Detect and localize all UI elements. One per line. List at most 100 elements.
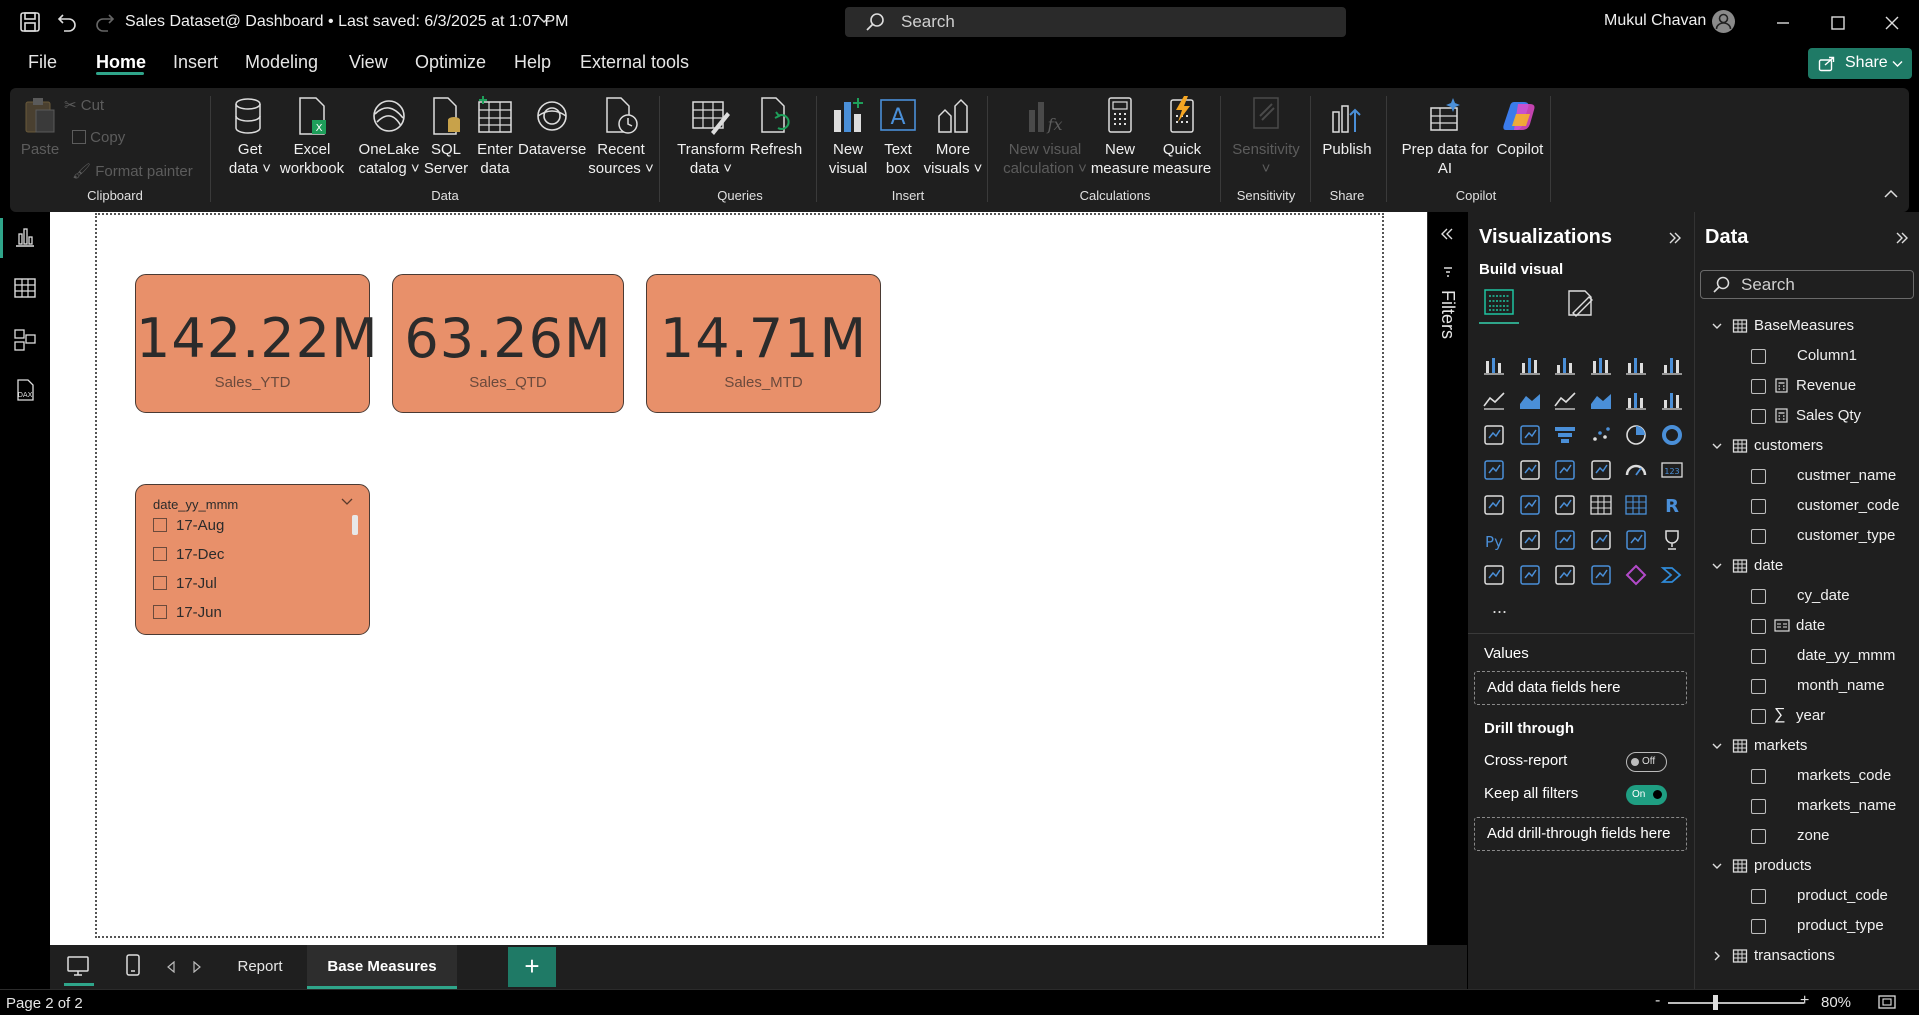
- maximize-icon[interactable]: [1826, 11, 1850, 35]
- power-apps-icon[interactable]: [1624, 563, 1648, 587]
- menu-view[interactable]: View: [349, 52, 388, 73]
- minimize-icon[interactable]: [1771, 11, 1795, 35]
- checkbox[interactable]: [1751, 619, 1766, 634]
- checkbox[interactable]: [1751, 469, 1766, 484]
- checkbox[interactable]: [153, 575, 167, 590]
- values-drop-zone[interactable]: Add data fields here: [1474, 671, 1687, 705]
- next-page-icon[interactable]: [192, 961, 202, 973]
- pie-chart-icon[interactable]: [1624, 423, 1648, 447]
- drill-through-drop-zone[interactable]: Add drill-through fields here: [1474, 817, 1687, 851]
- checkbox[interactable]: [153, 604, 167, 619]
- checkbox[interactable]: [1751, 769, 1766, 784]
- fit-to-page-icon[interactable]: [1878, 994, 1896, 1010]
- clustered-column-chart-icon[interactable]: [1589, 353, 1613, 377]
- chevron-down-icon[interactable]: [1711, 560, 1723, 572]
- slicer-scrollbar[interactable]: [352, 515, 358, 535]
- enter-data-button[interactable]: Enter data: [470, 96, 520, 178]
- sql-server-button[interactable]: SQL Server: [421, 96, 471, 178]
- keep-filters-toggle[interactable]: On: [1626, 785, 1667, 805]
- 100-stacked-bar-icon[interactable]: [1624, 353, 1648, 377]
- more-visuals-button[interactable]: More visuals ˅: [920, 96, 986, 178]
- key-influencers-icon[interactable]: [1518, 528, 1542, 552]
- quick-measure-button[interactable]: Quick measure: [1150, 96, 1214, 178]
- zoom-slider-thumb[interactable]: [1713, 995, 1718, 1010]
- metrics-icon[interactable]: [1660, 528, 1684, 552]
- multi-row-card-icon[interactable]: [1482, 493, 1506, 517]
- collapse-pane-icon[interactable]: [1895, 231, 1909, 245]
- undo-icon[interactable]: [55, 10, 79, 34]
- collapse-pane-icon[interactable]: [1668, 231, 1682, 245]
- line-column-chart-icon[interactable]: [1624, 388, 1648, 412]
- publish-button[interactable]: Publish: [1320, 96, 1374, 159]
- avatar[interactable]: [1711, 9, 1736, 34]
- sensitivity-button[interactable]: Sensitivity ˅: [1230, 96, 1302, 178]
- arcgis-map-icon[interactable]: [1589, 563, 1613, 587]
- slicer-option[interactable]: 17-Jul: [153, 575, 217, 597]
- python-visual-icon[interactable]: Py: [1482, 528, 1506, 552]
- global-search-box[interactable]: Search: [845, 7, 1346, 37]
- chevron-down-icon[interactable]: [341, 497, 353, 506]
- refresh-button[interactable]: Refresh: [740, 96, 812, 159]
- menu-external-tools[interactable]: External tools: [580, 52, 689, 73]
- save-icon[interactable]: [18, 10, 42, 34]
- clustered-bar-chart-icon[interactable]: [1553, 353, 1577, 377]
- text-box-button[interactable]: A Text box: [875, 96, 921, 178]
- line-chart-icon[interactable]: [1482, 388, 1506, 412]
- checkbox[interactable]: [1751, 889, 1766, 904]
- checkbox[interactable]: [1751, 679, 1766, 694]
- matrix-icon[interactable]: [1624, 493, 1648, 517]
- date-slicer[interactable]: date_yy_mmm 17-Aug 17-Dec 17-Jul 17-Jun: [135, 484, 370, 635]
- menu-optimize[interactable]: Optimize: [415, 52, 486, 73]
- onelake-catalog-button[interactable]: OneLake catalog ˅: [350, 96, 428, 178]
- mobile-layout-icon[interactable]: [125, 953, 141, 977]
- chevron-down-icon[interactable]: [1711, 320, 1723, 332]
- cross-report-toggle[interactable]: Off: [1626, 752, 1667, 772]
- new-visual-button[interactable]: New visual: [825, 96, 871, 178]
- zoom-level[interactable]: 80%: [1821, 994, 1851, 1011]
- table-icon[interactable]: [1589, 493, 1613, 517]
- r-visual-icon[interactable]: R: [1660, 493, 1684, 517]
- checkbox[interactable]: [1751, 529, 1766, 544]
- slicer-icon[interactable]: [1553, 493, 1577, 517]
- donut-chart-icon[interactable]: [1660, 423, 1684, 447]
- checkbox[interactable]: [1751, 829, 1766, 844]
- share-button[interactable]: Share: [1808, 48, 1912, 79]
- line-clustered-column-icon[interactable]: [1660, 388, 1684, 412]
- stacked-bar-chart-icon[interactable]: [1482, 353, 1506, 377]
- slicer-option[interactable]: 17-Aug: [153, 517, 224, 539]
- get-data-button[interactable]: Get data ˅: [226, 96, 274, 178]
- 100-stacked-area-icon[interactable]: [1589, 388, 1613, 412]
- prep-data-ai-button[interactable]: Prep data for AI: [1396, 96, 1494, 178]
- format-painter-button[interactable]: 🖌 Format painter: [72, 162, 193, 180]
- dax-query-view-icon[interactable]: DAX: [12, 377, 38, 403]
- tab-base-measures[interactable]: Base Measures: [307, 945, 457, 989]
- copilot-button[interactable]: Copilot: [1488, 96, 1552, 159]
- card-sales-mtd[interactable]: 14.71M Sales_MTD: [646, 274, 881, 413]
- new-measure-button[interactable]: New measure: [1088, 96, 1152, 178]
- checkbox[interactable]: [1751, 799, 1766, 814]
- card-new-icon[interactable]: [1518, 563, 1542, 587]
- smart-narrative-icon[interactable]: [1624, 528, 1648, 552]
- filled-map-icon[interactable]: [1553, 458, 1577, 482]
- menu-help[interactable]: Help: [514, 52, 551, 73]
- qa-icon[interactable]: [1589, 528, 1613, 552]
- prev-page-icon[interactable]: [166, 961, 176, 973]
- expand-filters-icon[interactable]: [1440, 227, 1454, 241]
- menu-insert[interactable]: Insert: [173, 52, 218, 73]
- chevron-down-icon[interactable]: [538, 15, 550, 25]
- checkbox[interactable]: [1751, 379, 1766, 394]
- power-automate-icon[interactable]: [1660, 563, 1684, 587]
- chevron-down-icon[interactable]: [1711, 740, 1723, 752]
- table-view-icon[interactable]: [12, 275, 38, 301]
- menu-home[interactable]: Home: [96, 52, 146, 73]
- checkbox[interactable]: [1751, 919, 1766, 934]
- stacked-area-icon[interactable]: [1553, 388, 1577, 412]
- redo-icon[interactable]: [93, 10, 117, 34]
- map-icon[interactable]: [1518, 458, 1542, 482]
- excel-workbook-button[interactable]: X Excel workbook: [272, 96, 352, 178]
- 100-stacked-column-icon[interactable]: [1660, 353, 1684, 377]
- decomposition-tree-icon[interactable]: [1553, 528, 1577, 552]
- area-chart-icon[interactable]: [1518, 388, 1542, 412]
- treemap-icon[interactable]: [1482, 458, 1506, 482]
- funnel-chart-icon[interactable]: [1553, 423, 1577, 447]
